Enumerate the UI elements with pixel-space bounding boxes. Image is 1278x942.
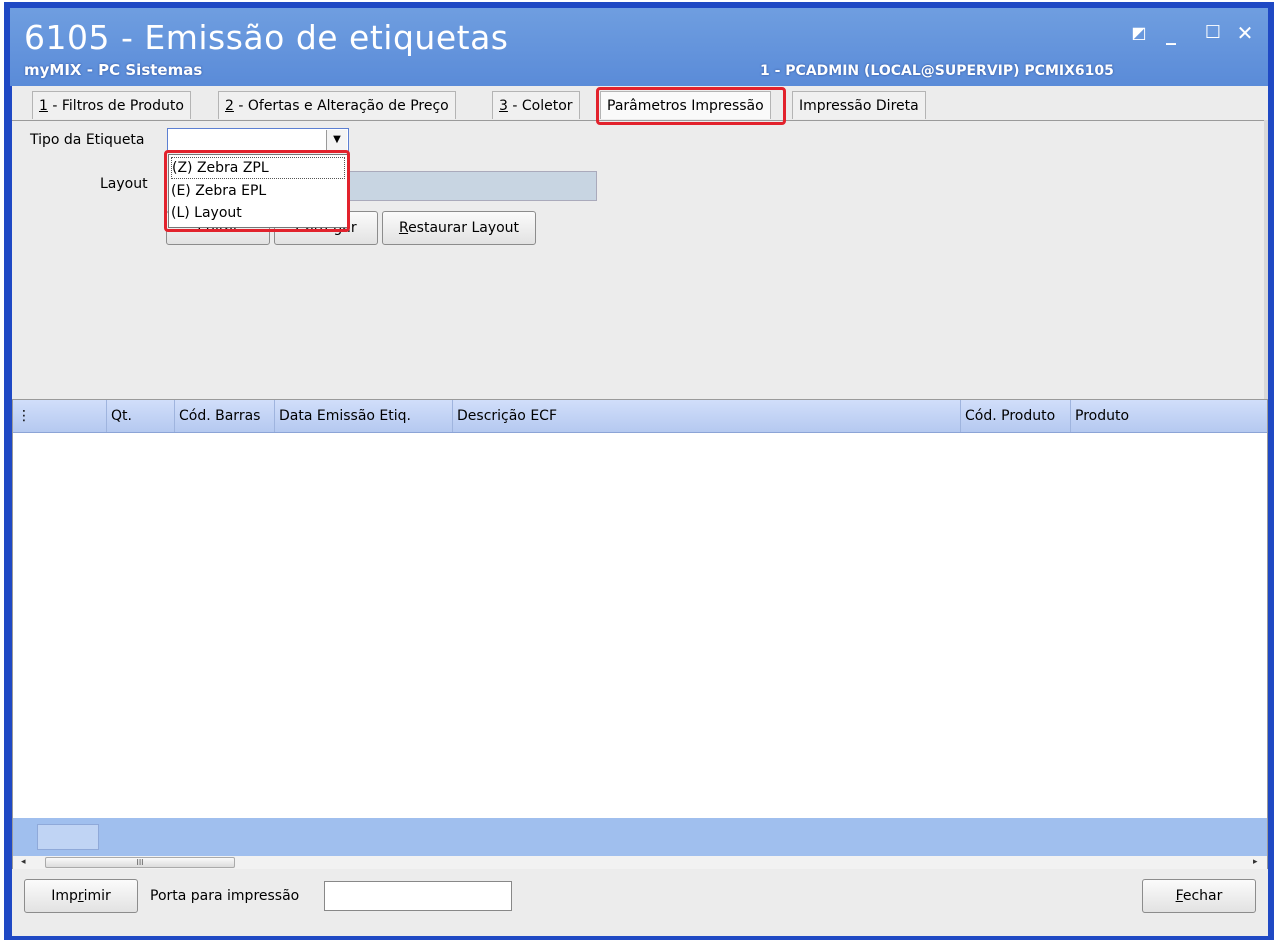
scroll-thumb[interactable]: III bbox=[45, 857, 235, 868]
porta-input[interactable] bbox=[324, 881, 512, 911]
tab-filtros-produto[interactable]: 1 - Filtros de Produto bbox=[32, 91, 191, 119]
window-subtitle: myMIX - PC Sistemas bbox=[24, 61, 203, 79]
tab-key: 2 bbox=[225, 98, 234, 114]
column-qt[interactable]: Qt. bbox=[107, 400, 175, 432]
dropdown-highlight bbox=[164, 150, 350, 232]
tipo-etiqueta-label: Tipo da Etiqueta bbox=[30, 132, 145, 148]
app-window: 6105 - Emissão de etiquetas myMIX - PC S… bbox=[4, 2, 1274, 940]
layout-input[interactable] bbox=[349, 171, 597, 201]
product-grid: ⋮ Qt. Cód. Barras Data Emissão Etiq. Des… bbox=[12, 399, 1268, 869]
imprimir-post: imir bbox=[83, 888, 111, 904]
restaurar-key: R bbox=[398, 220, 409, 236]
tab-label: - Filtros de Produto bbox=[47, 98, 184, 114]
column-selector-icon[interactable]: ⋮ bbox=[13, 400, 107, 432]
tab-impressao-direta[interactable]: Impressão Direta bbox=[792, 91, 926, 119]
tab-key: 1 bbox=[39, 98, 48, 114]
maximize-icon[interactable]: ☐ bbox=[1202, 22, 1224, 44]
title-bar: 6105 - Emissão de etiquetas myMIX - PC S… bbox=[10, 8, 1268, 86]
tab-label: - Coletor bbox=[507, 98, 573, 114]
column-produto[interactable]: Produto bbox=[1071, 400, 1267, 432]
chevron-down-icon[interactable]: ▼ bbox=[326, 130, 347, 150]
vertical-scrollbar[interactable] bbox=[1264, 120, 1268, 399]
fechar-label: echar bbox=[1182, 888, 1223, 904]
fechar-button[interactable]: Fechar bbox=[1142, 879, 1256, 913]
footer-cell bbox=[37, 824, 99, 850]
restore-icon[interactable]: ◩ bbox=[1128, 22, 1150, 44]
tab-label: - Ofertas e Alteração de Preço bbox=[233, 98, 449, 114]
user-info: 1 - PCADMIN (LOCAL@SUPERVIP) PCMIX6105 bbox=[760, 63, 1114, 79]
restaurar-layout-button[interactable]: Restaurar Layout bbox=[382, 211, 536, 245]
scroll-right-icon[interactable]: ▸ bbox=[1253, 856, 1258, 869]
scroll-left-icon[interactable]: ◂ bbox=[21, 856, 26, 869]
column-descricao-ecf[interactable]: Descrição ECF bbox=[453, 400, 961, 432]
close-icon[interactable]: ✕ bbox=[1234, 22, 1256, 44]
minimize-icon[interactable]: _ bbox=[1160, 22, 1182, 44]
tab-coletor[interactable]: 3 - Coletor bbox=[492, 91, 580, 119]
window-title: 6105 - Emissão de etiquetas bbox=[24, 18, 509, 57]
main-content: 1 - Filtros de Produto 2 - Ofertas e Alt… bbox=[12, 86, 1268, 936]
tab-bar: 1 - Filtros de Produto 2 - Ofertas e Alt… bbox=[12, 86, 1268, 125]
grid-footer bbox=[13, 818, 1267, 856]
column-cod-barras[interactable]: Cód. Barras bbox=[175, 400, 275, 432]
column-data-emissao[interactable]: Data Emissão Etiq. bbox=[275, 400, 453, 432]
tab-highlight bbox=[596, 87, 786, 125]
porta-label: Porta para impressão bbox=[150, 888, 300, 904]
fechar-key: F bbox=[1175, 888, 1183, 904]
tab-ofertas[interactable]: 2 - Ofertas e Alteração de Preço bbox=[218, 91, 456, 119]
bottom-bar: Imprimir Porta para impressão Fechar bbox=[12, 871, 1268, 933]
grid-header: ⋮ Qt. Cód. Barras Data Emissão Etiq. Des… bbox=[13, 400, 1267, 433]
tipo-etiqueta-select[interactable]: ▼ bbox=[167, 128, 349, 152]
tab-label: Impressão Direta bbox=[799, 98, 919, 114]
column-cod-produto[interactable]: Cód. Produto bbox=[961, 400, 1071, 432]
layout-label: Layout bbox=[100, 176, 148, 192]
horizontal-scrollbar[interactable]: ◂ III ▸ bbox=[13, 856, 1267, 869]
imprimir-pre: Imp bbox=[51, 888, 78, 904]
imprimir-button[interactable]: Imprimir bbox=[24, 879, 138, 913]
restaurar-label: estaurar Layout bbox=[408, 220, 520, 236]
tab-key: 3 bbox=[499, 98, 508, 114]
